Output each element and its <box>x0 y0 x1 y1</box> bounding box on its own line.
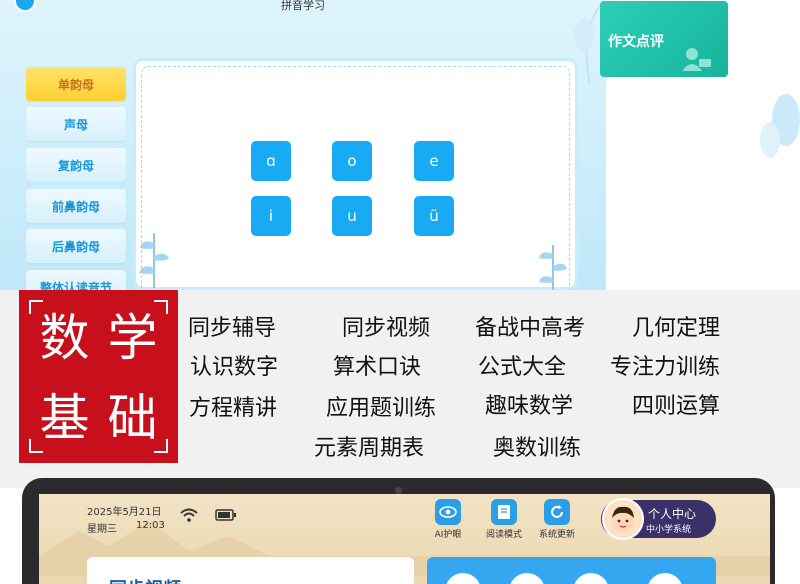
course-item: 方程精讲 <box>189 396 278 421</box>
course-item: 同步辅导 <box>188 316 277 341</box>
course-item: 四则运算 <box>632 394 721 419</box>
corner-top-right-icon <box>154 300 168 314</box>
letter-o-button[interactable]: o <box>332 141 372 181</box>
tab-compound-finals[interactable]: 复韵母 <box>26 148 126 182</box>
eye-care-label: AI护眼 <box>434 530 462 540</box>
profile-name: 个人中心 <box>648 507 697 521</box>
corner-top-left-icon <box>29 300 43 314</box>
course-item: 专注力训练 <box>610 355 721 380</box>
corner-bottom-right-icon <box>154 439 168 453</box>
letter-i-button[interactable]: i <box>251 196 291 236</box>
refresh-icon <box>544 499 570 525</box>
course-item: 应用题训练 <box>326 396 437 421</box>
sync-video-card[interactable]: 同步视频 <box>87 557 414 584</box>
course-item: 趣味数学 <box>485 394 574 419</box>
course-item: 公式大全 <box>478 355 567 380</box>
letter-u-button[interactable]: u <box>332 196 372 236</box>
leaf-decoration-right-icon <box>539 245 567 290</box>
wifi-icon <box>180 508 198 522</box>
letter-v-button[interactable]: ü <box>414 196 454 236</box>
corner-bottom-left-icon <box>29 439 43 453</box>
sync-video-title: 同步视频 <box>109 575 181 584</box>
course-item: 同步视频 <box>342 316 431 341</box>
weekday-text: 星期三 <box>87 524 117 535</box>
feature-thumb <box>509 573 545 584</box>
eye-care-button[interactable]: AI护眼 <box>418 499 478 540</box>
date-text: 2025年5月21日 <box>87 507 162 518</box>
leaf-decoration-left-icon <box>139 233 169 288</box>
course-item: 算术口诀 <box>333 355 422 380</box>
course-item: 几何定理 <box>632 316 721 341</box>
teacher-icon <box>682 48 711 71</box>
reading-mode-button[interactable]: 阅读模式 <box>474 499 534 540</box>
tab-whole-syllables[interactable]: 整体认读音节 <box>26 270 126 290</box>
course-item: 元素周期表 <box>314 436 425 461</box>
letter-e-button[interactable]: e <box>414 141 454 181</box>
feature-card[interactable] <box>427 557 716 584</box>
course-item: 备战中高考 <box>475 316 586 341</box>
battery-icon <box>215 509 236 521</box>
essay-review-card[interactable]: 作文点评 <box>600 1 728 77</box>
tab-front-nasal-finals[interactable]: 前鼻韵母 <box>26 189 126 223</box>
profile-subtitle: 中小学系统 <box>646 525 692 535</box>
time-text: 12:03 <box>136 520 165 531</box>
course-item: 奥数训练 <box>493 436 582 461</box>
reading-mode-label: 阅读模式 <box>485 530 522 540</box>
leaf-decoration-edge-icon <box>760 94 800 158</box>
boy-avatar-icon <box>612 506 634 532</box>
tab-back-nasal-finals[interactable]: 后鼻韵母 <box>26 229 126 263</box>
avatar <box>602 498 644 540</box>
system-update-label: 系统更新 <box>538 530 575 540</box>
tab-initials[interactable]: 声母 <box>26 107 126 141</box>
essay-review-label: 作文点评 <box>608 34 664 50</box>
camera-icon <box>395 487 402 494</box>
pinyin-app-screenshot: 拼音学习 单韵母 声母 复韵母 前鼻韵母 后鼻韵母 整体认读音节 ɑ o e i… <box>0 0 800 290</box>
letter-a-button[interactable]: ɑ <box>251 141 291 181</box>
system-update-button[interactable]: 系统更新 <box>527 499 587 540</box>
math-banner: 数学 基础 同步辅导 同步视频 备战中高考 几何定理 认识数字 算术口诀 公式大… <box>0 290 800 488</box>
tab-single-finals[interactable]: 单韵母 <box>26 67 126 101</box>
book-icon <box>491 499 517 525</box>
eye-icon <box>435 499 461 525</box>
course-item: 认识数字 <box>190 355 279 380</box>
app-title: 拼音学习 <box>281 0 325 12</box>
pinyin-panel: 拼音学习 单韵母 声母 复韵母 前鼻韵母 后鼻韵母 整体认读音节 ɑ o e i… <box>0 0 606 290</box>
math-basics-badge: 数学 基础 <box>19 290 178 463</box>
feature-thumb <box>445 573 481 584</box>
feature-thumb <box>647 573 683 584</box>
feature-thumb <box>573 573 609 584</box>
